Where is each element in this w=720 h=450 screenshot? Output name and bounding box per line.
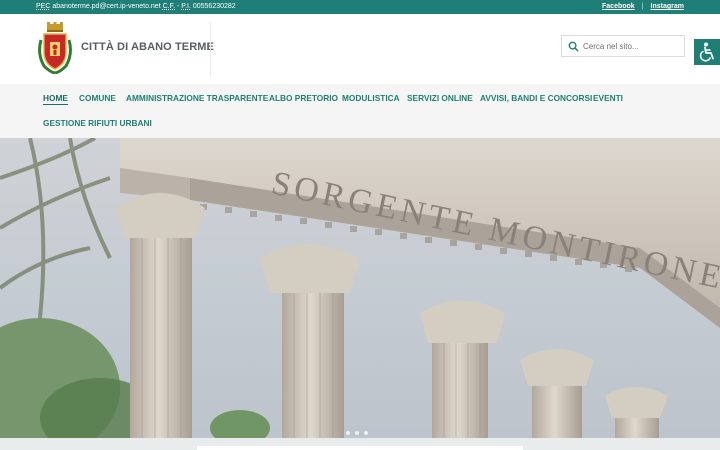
- cf-label: C.F.: [162, 3, 176, 10]
- slider-dots: [346, 422, 373, 438]
- pec-value: abanoterme.pd@cert.ip-veneto.net: [52, 3, 161, 10]
- slider-dot[interactable]: [364, 431, 368, 435]
- contact-dash: -: [177, 3, 180, 10]
- social-links: Facebook | Instagram: [602, 3, 684, 10]
- nav-item-comune[interactable]: COMUNE: [79, 93, 116, 103]
- nav-item-amministrazione-trasparente[interactable]: AMMINISTRAZIONE TRASPARENTE: [126, 93, 268, 103]
- nav-item-eventi[interactable]: EVENTI: [593, 93, 623, 103]
- hero-slider[interactable]: SORGENTE MONTIRONE: [0, 138, 720, 438]
- social-separator: |: [641, 3, 644, 10]
- nav-item-servizi-online[interactable]: SERVIZI ONLINE: [407, 93, 473, 103]
- site-name[interactable]: CITTÀ DI ABANO TERME: [81, 41, 214, 53]
- instagram-link[interactable]: Instagram: [651, 3, 684, 10]
- pec-label: PEC: [36, 3, 51, 10]
- nav-item-gestione-rifiuti[interactable]: GESTIONE RIFIUTI URBANI: [43, 118, 152, 128]
- piva-label: P.I.: [181, 3, 191, 10]
- search-icon[interactable]: [568, 41, 579, 52]
- top-bar: PEC abanoterme.pd@cert.ip-veneto.net C.F…: [0, 0, 720, 14]
- main-nav: HOME COMUNE AMMINISTRAZIONE TRASPARENTE …: [0, 84, 720, 138]
- contact-info: PEC abanoterme.pd@cert.ip-veneto.net C.F…: [36, 3, 236, 10]
- search-input[interactable]: [583, 39, 681, 53]
- hero-image: SORGENTE MONTIRONE: [0, 138, 720, 438]
- slider-dot[interactable]: [355, 431, 359, 435]
- facebook-link[interactable]: Facebook: [602, 3, 635, 10]
- city-crest-icon[interactable]: [36, 22, 74, 74]
- nav-item-home[interactable]: HOME: [43, 93, 68, 105]
- site-header: CITTÀ DI ABANO TERME: [0, 14, 720, 84]
- slider-dot[interactable]: [346, 431, 350, 435]
- nav-item-avvisi-bandi-concorsi[interactable]: AVVISI, BANDI E CONCORSI: [480, 93, 592, 103]
- piva-value: 00556230282: [192, 3, 236, 10]
- accessibility-button[interactable]: [694, 39, 720, 65]
- nav-item-albo-pretorio[interactable]: ALBO PRETORIO: [269, 93, 338, 103]
- wheelchair-icon: [699, 42, 714, 62]
- content-panel: [197, 446, 523, 450]
- search-box[interactable]: [561, 35, 685, 57]
- header-divider: [210, 22, 211, 76]
- content-strip: [0, 438, 720, 450]
- nav-item-modulistica[interactable]: MODULISTICA: [342, 93, 400, 103]
